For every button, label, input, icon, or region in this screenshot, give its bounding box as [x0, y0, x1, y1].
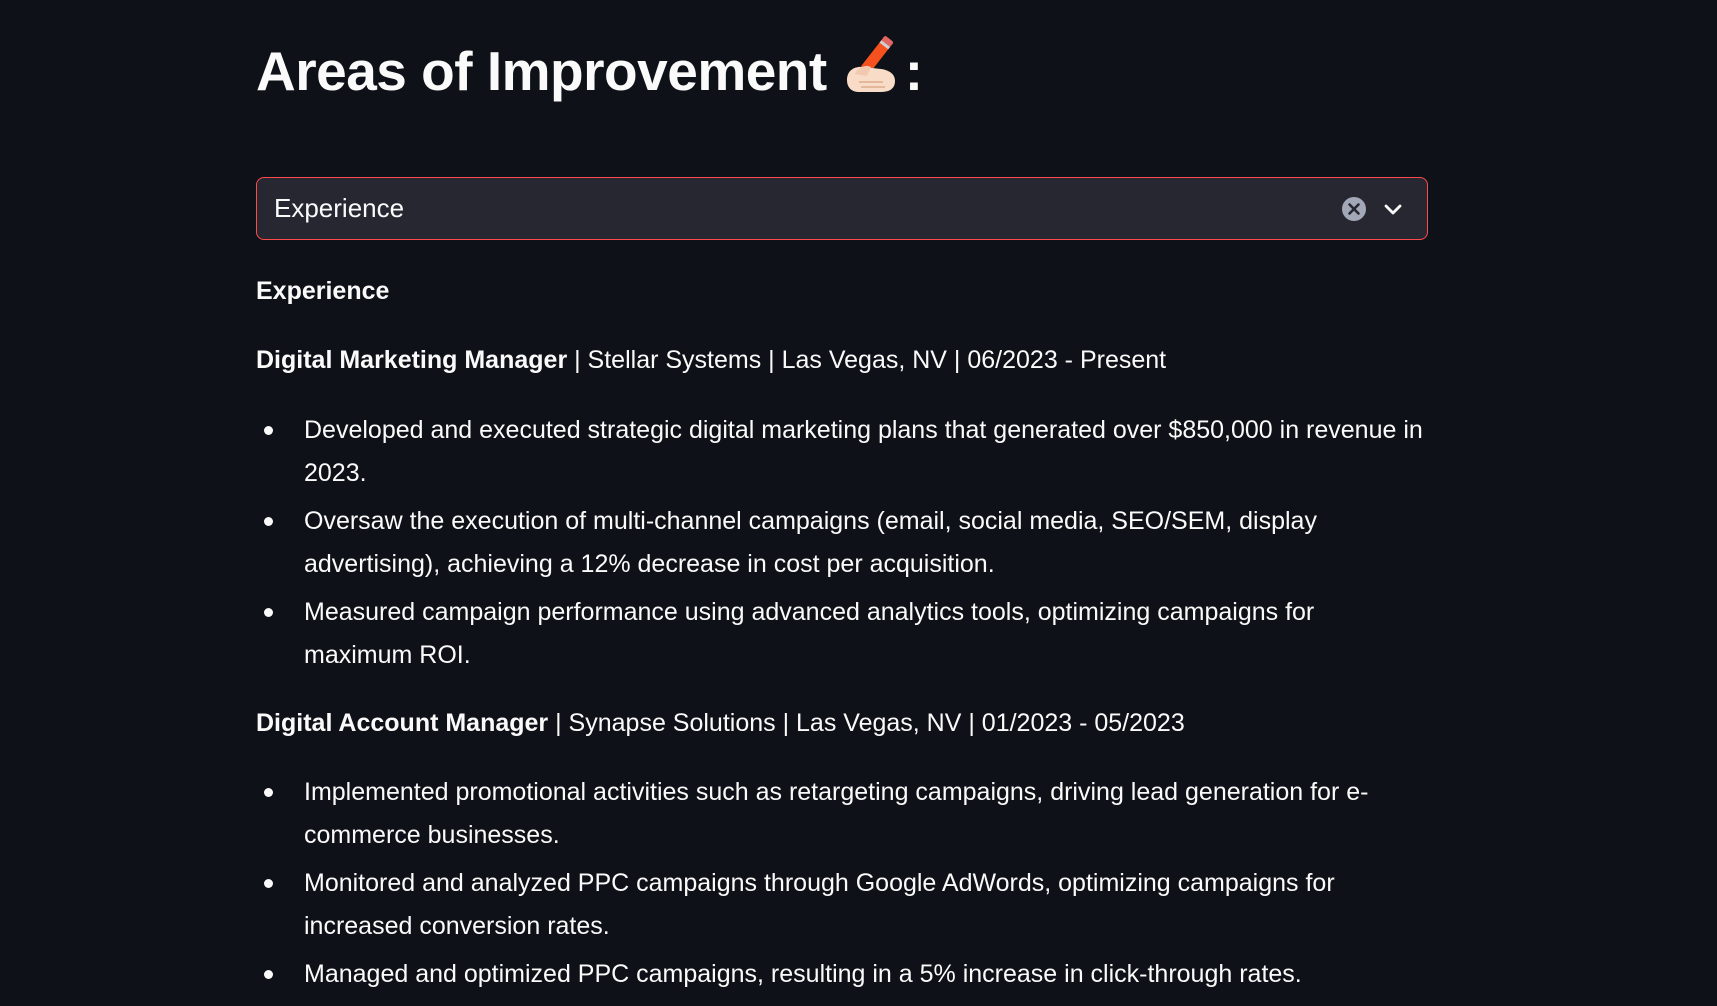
bullet-dot — [264, 970, 273, 979]
bullet-text: Managed and optimized PPC campaigns, res… — [304, 960, 1302, 988]
bullet-dot — [264, 788, 273, 797]
writing-hand-icon — [846, 36, 895, 92]
bullet-dot — [264, 517, 273, 526]
bullet-text: Oversaw the execution of multi-channel c… — [304, 507, 1317, 578]
chevron-down-icon[interactable] — [1381, 197, 1405, 221]
list-item: Implemented promotional activities such … — [256, 771, 1424, 857]
job-bullet-list: Implemented promotional activities such … — [256, 771, 1430, 1001]
list-item: Oversaw the execution of multi-channel c… — [256, 500, 1424, 586]
list-item: Monitored and analyzed PPC campaigns thr… — [256, 862, 1424, 948]
page-title-suffix: : — [904, 40, 923, 102]
job-details: | Stellar Systems | Las Vegas, NV | 06/2… — [567, 346, 1167, 374]
job-header: Digital Account Manager | Synapse Soluti… — [256, 706, 1185, 740]
bullet-dot — [264, 608, 273, 617]
clear-icon[interactable] — [1341, 196, 1367, 222]
job-title: Digital Marketing Manager — [256, 346, 568, 374]
job-details: | Synapse Solutions | Las Vegas, NV | 01… — [548, 709, 1185, 737]
section-heading: Experience — [256, 277, 390, 305]
page-title: Areas of Improvement : — [256, 34, 923, 107]
list-item: Developed and executed strategic digital… — [256, 409, 1424, 495]
bullet-dot — [264, 426, 273, 435]
job-title: Digital Account Manager — [256, 709, 549, 737]
section-select-value: Experience — [274, 193, 405, 223]
bullet-text: Implemented promotional activities such … — [304, 778, 1369, 849]
bullet-text: Developed and executed strategic digital… — [304, 416, 1423, 487]
list-item: Measured campaign performance using adva… — [256, 591, 1424, 677]
bullet-text: Monitored and analyzed PPC campaigns thr… — [304, 869, 1335, 940]
list-item: Managed and optimized PPC campaigns, res… — [256, 953, 1424, 996]
page-title-text: Areas of Improvement — [256, 40, 827, 102]
bullet-text: Measured campaign performance using adva… — [304, 598, 1315, 669]
job-bullet-list: Developed and executed strategic digital… — [256, 409, 1430, 682]
bullet-dot — [264, 879, 273, 888]
job-header: Digital Marketing Manager | Stellar Syst… — [256, 343, 1166, 377]
section-select[interactable]: Experience — [256, 177, 1428, 240]
